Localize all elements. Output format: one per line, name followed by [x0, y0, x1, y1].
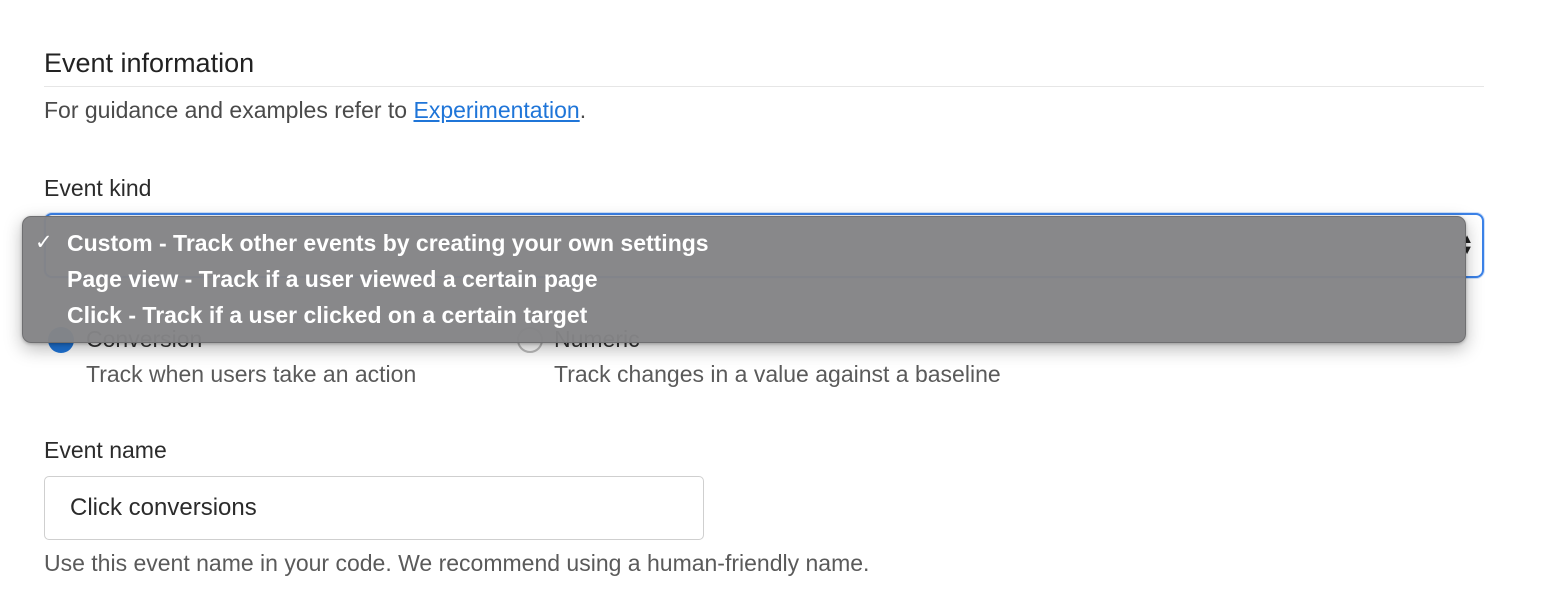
experimentation-link[interactable]: Experimentation	[413, 97, 579, 123]
dropdown-option-page-view[interactable]: Page view - Track if a user viewed a cer…	[23, 261, 1465, 297]
section-title: Event information	[44, 48, 255, 78]
dropdown-option-label: Custom - Track other events by creating …	[67, 230, 709, 256]
event-form: Event information For guidance and examp…	[0, 0, 1542, 596]
checkmark-icon: ✓	[35, 231, 53, 254]
event-name-help: Use this event name in your code. We rec…	[44, 550, 870, 576]
guidance-suffix: .	[579, 97, 587, 123]
dropdown-option-label: Click - Track if a user clicked on a cer…	[67, 302, 588, 328]
title-divider	[44, 86, 1484, 87]
numeric-radio-help: Track changes in a value against a basel…	[554, 361, 1001, 387]
event-name-label: Event name	[44, 437, 167, 463]
dropdown-option-click[interactable]: Click - Track if a user clicked on a cer…	[23, 297, 1465, 333]
event-name-input[interactable]: Click conversions	[44, 476, 704, 540]
guidance-text: For guidance and examples refer to Exper…	[44, 97, 586, 124]
dropdown-option-label: Page view - Track if a user viewed a cer…	[67, 266, 598, 292]
dropdown-option-custom[interactable]: ✓ Custom - Track other events by creatin…	[23, 225, 1465, 261]
event-kind-dropdown-menu: ✓ Custom - Track other events by creatin…	[22, 216, 1466, 343]
conversion-radio-help: Track when users take an action	[86, 361, 417, 387]
guidance-prefix: For guidance and examples refer to	[44, 97, 414, 123]
event-kind-label: Event kind	[44, 175, 152, 201]
